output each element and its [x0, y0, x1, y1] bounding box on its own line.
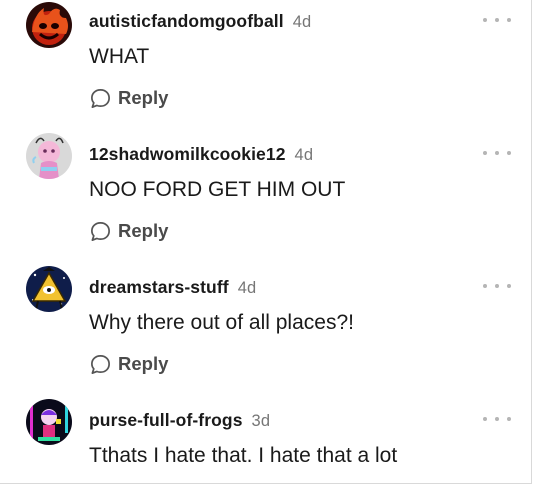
reply-label: Reply: [118, 87, 169, 108]
comment-timestamp: 3d: [251, 412, 271, 430]
more-options-icon[interactable]: [483, 15, 511, 25]
speech-bubble-icon: [91, 354, 110, 374]
comments-panel: autisticfandomgoofball 4d WHAT Reply 12s…: [0, 0, 532, 484]
more-options-icon[interactable]: [483, 148, 511, 158]
comment-username[interactable]: dreamstars-stuff 4d: [89, 277, 256, 298]
reply-button[interactable]: Reply: [89, 352, 168, 376]
reply-label: Reply: [118, 220, 169, 241]
comment-text: Why there out of all places?!: [89, 311, 354, 334]
more-options-icon[interactable]: [483, 414, 511, 424]
flame-face-avatar-icon: [26, 2, 72, 48]
comment-username[interactable]: autisticfandomgoofball 4d: [89, 11, 311, 32]
comment-text: WHAT: [89, 45, 150, 68]
speech-bubble-icon: [91, 88, 110, 108]
reply-button[interactable]: Reply: [89, 86, 168, 110]
username-text[interactable]: dreamstars-stuff: [89, 277, 229, 297]
dot: [483, 417, 487, 421]
comment-timestamp: 4d: [237, 279, 257, 297]
triangle-eye-avatar-icon: [26, 266, 72, 312]
username-text[interactable]: purse-full-of-frogs: [89, 410, 243, 430]
dot: [483, 151, 487, 155]
avatar[interactable]: [26, 133, 72, 179]
username-text[interactable]: autisticfandomgoofball: [89, 11, 284, 31]
neon-character-avatar-icon: [26, 399, 72, 445]
speech-bubble-icon: [91, 221, 110, 241]
dot: [495, 151, 499, 155]
dot: [495, 18, 499, 22]
pink-character-avatar-icon: [26, 133, 72, 179]
more-options-icon[interactable]: [483, 281, 511, 291]
reply-label: Reply: [118, 353, 169, 374]
comment-timestamp: 4d: [294, 146, 314, 164]
dot: [507, 284, 511, 288]
avatar[interactable]: [26, 266, 72, 312]
avatar[interactable]: [26, 2, 72, 48]
dot: [507, 18, 511, 22]
comment-timestamp: 4d: [292, 13, 312, 31]
comment-text: NOO FORD GET HIM OUT: [89, 178, 346, 201]
dot: [495, 284, 499, 288]
comment-username[interactable]: 12shadwomilkcookie12 4d: [89, 144, 313, 165]
username-text[interactable]: 12shadwomilkcookie12: [89, 144, 286, 164]
avatar[interactable]: [26, 399, 72, 445]
dot: [483, 284, 487, 288]
dot: [507, 417, 511, 421]
dot: [507, 151, 511, 155]
dot: [483, 18, 487, 22]
comment-text: Tthats I hate that. I hate that a lot: [89, 444, 398, 467]
reply-button[interactable]: Reply: [89, 219, 168, 243]
comment-username[interactable]: purse-full-of-frogs 3d: [89, 410, 270, 431]
dot: [495, 417, 499, 421]
